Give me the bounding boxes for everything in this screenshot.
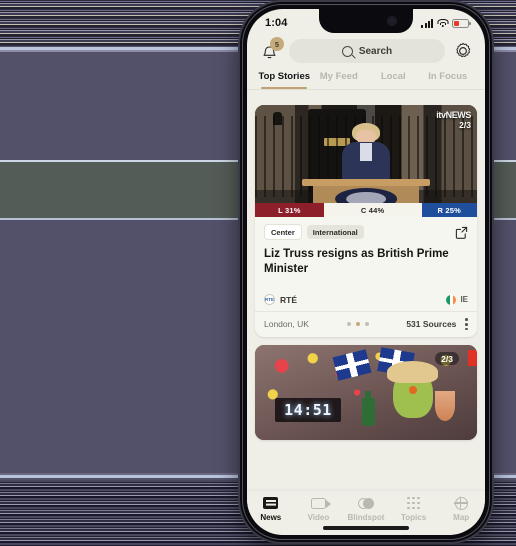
source-logo-icon: RTE [264,294,275,306]
source-name: RTÉ [280,294,297,305]
nav-map[interactable]: Map [437,495,485,522]
tab-in-focus[interactable]: In Focus [421,71,476,89]
tab-my-feed[interactable]: My Feed [312,71,367,89]
home-indicator [323,526,409,530]
news-card[interactable]: itvNEWS 2/3 L 31% C 44% R 25% Center Int… [255,105,477,338]
carousel-dots[interactable] [346,322,369,327]
tab-local[interactable]: Local [366,71,421,89]
itv-news-watermark: itvNEWS [436,110,471,120]
country-indicator: IE [446,294,468,305]
topics-icon [405,496,422,510]
notifications-badge: 5 [270,37,284,51]
bottle-prop [361,391,375,427]
nav-news-label: News [260,513,282,522]
bias-right: R 25% [421,203,477,217]
news-feed[interactable]: itvNEWS 2/3 L 31% C 44% R 25% Center Int… [247,105,485,491]
cellular-signal-icon [421,18,433,28]
card-body: Center International Liz Truss resigns a… [255,217,477,311]
tag-center[interactable]: Center [264,224,302,240]
tag-international[interactable]: International [306,225,364,239]
status-indicators [421,18,471,28]
card-hero-image-secondary[interactable]: 14:51 2/3 [255,345,477,441]
nav-blindspot-label: Blindspot [347,513,385,522]
tab-top-stories[interactable]: Top Stories [257,71,312,90]
card-footer: London, UK 531 Sources [255,311,477,337]
phone-frame: 1:04 5 Search Top Stories My Feed Local … [240,2,492,542]
nav-blindspot[interactable]: Blindspot [342,496,390,522]
search-input[interactable]: Search [289,39,445,63]
battery-low-icon [452,18,471,28]
search-icon [341,45,353,57]
tab-bar: Top Stories My Feed Local In Focus [247,69,485,90]
news-icon [262,496,279,510]
front-camera-icon [387,16,397,26]
bias-left: L 31% [255,203,324,217]
blindspot-icon [357,496,374,510]
bias-bar: L 31% C 44% R 25% [255,203,477,217]
gear-icon[interactable] [453,41,473,61]
card-source-row: RTE RTÉ IE [264,294,468,306]
share-icon[interactable] [455,226,468,239]
sources-count[interactable]: 531 Sources [406,319,456,329]
status-clock: 1:04 [265,17,288,29]
puppet-figure [387,361,439,418]
map-icon [453,495,470,511]
video-icon [310,496,331,510]
card-headline[interactable]: Liz Truss resigns as British Prime Minis… [264,247,468,277]
phone-screen: 1:04 5 Search Top Stories My Feed Local … [247,9,485,535]
country-code: IE [460,295,468,305]
image-counter: 2/3 [459,120,471,130]
led-clock-display: 14:51 [274,398,341,423]
bottom-navigation: News Video Blindspot Topics Map [247,491,485,535]
tab-divider [247,89,485,90]
hero-overlay: itvNEWS 2/3 [436,110,471,130]
nav-news[interactable]: News [247,496,295,522]
card-hero-image[interactable]: itvNEWS 2/3 L 31% C 44% R 25% [255,105,477,217]
bias-center: C 44% [323,203,422,217]
app-header: 5 Search [247,35,485,69]
nav-topics[interactable]: Topics [390,496,438,522]
card-location: London, UK [264,319,309,330]
notifications-button[interactable]: 5 [259,37,284,62]
glass-prop [434,390,455,421]
card-tags: Center International [264,224,468,240]
more-options-icon[interactable] [465,318,468,331]
phone-notch [319,9,413,33]
nav-video-label: Video [307,513,330,522]
ireland-flag-icon [446,294,457,305]
nav-video[interactable]: Video [295,496,343,522]
image-counter-secondary: 2/3 [435,352,459,366]
wifi-icon [437,18,448,28]
news-card-secondary[interactable]: 14:51 2/3 [255,345,477,441]
channel-logo-edge [468,350,477,367]
nav-topics-label: Topics [400,513,427,522]
nav-map-label: Map [453,513,470,522]
search-placeholder: Search [358,45,393,57]
